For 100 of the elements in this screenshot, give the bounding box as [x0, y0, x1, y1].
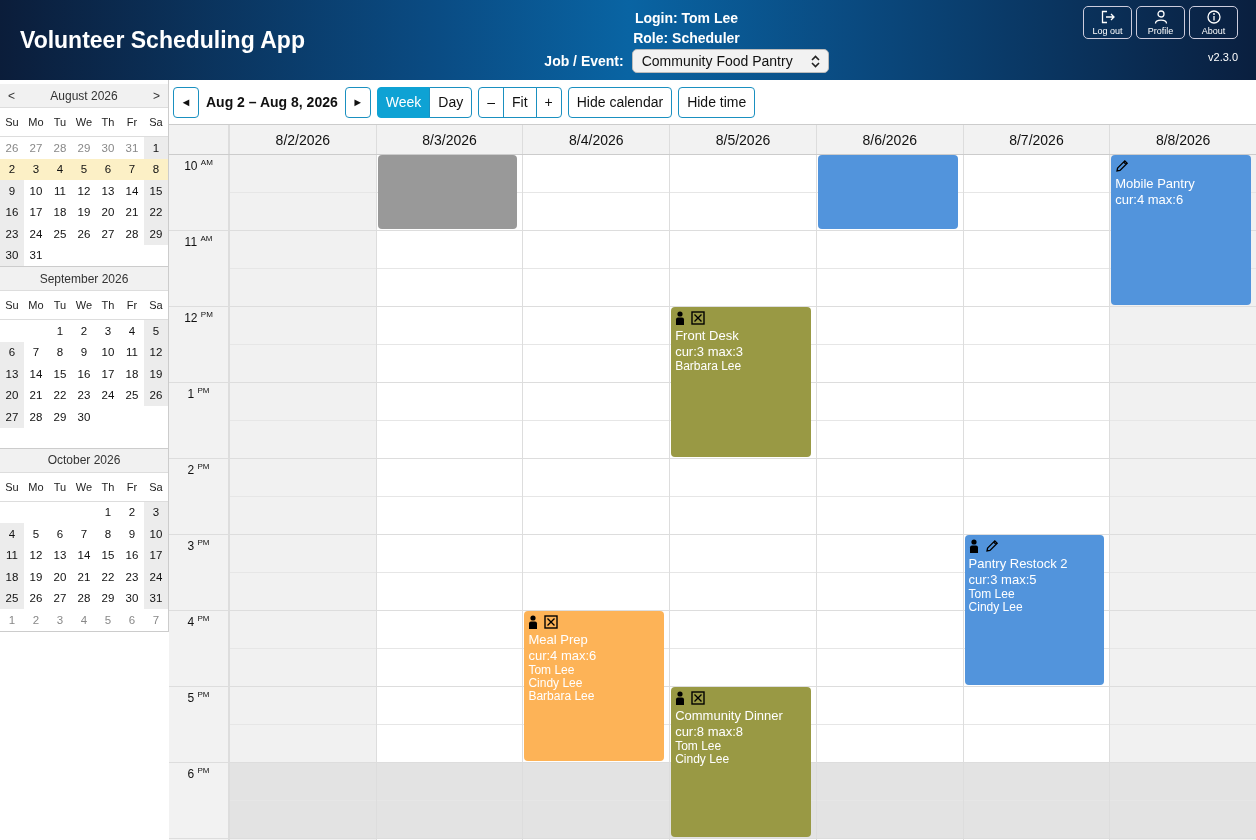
day-cell[interactable]: 30: [72, 406, 96, 428]
next-week-button[interactable]: ►: [344, 86, 371, 118]
pencil-icon[interactable]: [1115, 159, 1130, 173]
day-cell[interactable]: 6: [120, 609, 144, 631]
week-row[interactable]: 27 28 29 30: [0, 406, 168, 428]
day-cell[interactable]: 2: [0, 158, 24, 180]
day-cell[interactable]: 5: [96, 609, 120, 631]
zoom-in-button[interactable]: +: [535, 86, 562, 118]
day-cell[interactable]: 3: [24, 158, 48, 180]
week-row[interactable]: 4 5 6 7 8 9 10: [0, 523, 168, 545]
week-row[interactable]: 18 19 20 21 22 23 24: [0, 566, 168, 588]
day-cell[interactable]: 4: [72, 609, 96, 631]
day-cell[interactable]: 25: [0, 587, 24, 609]
day-cell[interactable]: 10: [24, 180, 48, 202]
day-cell[interactable]: 18: [0, 566, 24, 588]
day-cell[interactable]: 15: [144, 180, 168, 202]
zoom-out-button[interactable]: –: [478, 86, 504, 118]
day-cell[interactable]: 22: [144, 201, 168, 223]
day-cell[interactable]: 3: [96, 320, 120, 342]
day-cell[interactable]: 4: [48, 158, 72, 180]
logout-button[interactable]: Log out: [1083, 6, 1132, 39]
day-cell[interactable]: 28: [24, 406, 48, 428]
day-cell[interactable]: 27: [0, 406, 24, 428]
week-row[interactable]: 1 2 3: [0, 501, 168, 523]
day-cell[interactable]: 11: [120, 341, 144, 363]
day-cell[interactable]: 3: [144, 501, 168, 523]
day-cell[interactable]: 31: [144, 587, 168, 609]
day-cell[interactable]: 24: [144, 566, 168, 588]
day-cell[interactable]: 30: [120, 587, 144, 609]
day-cell[interactable]: 21: [72, 566, 96, 588]
week-row[interactable]: 6 7 8 9 10 11 12: [0, 341, 168, 363]
day-cell[interactable]: 26: [0, 137, 24, 159]
day-cell[interactable]: 5: [24, 523, 48, 545]
day-cell[interactable]: 29: [96, 587, 120, 609]
day-cell[interactable]: 8: [48, 341, 72, 363]
toggle-button[interactable]: Hide calendar: [567, 86, 673, 118]
day-cell[interactable]: 7: [72, 523, 96, 545]
day-cell[interactable]: 16: [120, 544, 144, 566]
day-cell[interactable]: 14: [24, 363, 48, 385]
profile-button[interactable]: Profile: [1136, 6, 1185, 39]
day-cell[interactable]: 1: [96, 501, 120, 523]
day-cell[interactable]: 17: [96, 363, 120, 385]
day-cell[interactable]: 4: [120, 320, 144, 342]
day-cell[interactable]: 29: [72, 137, 96, 159]
day-cell[interactable]: 12: [72, 180, 96, 202]
day-cell[interactable]: 1: [144, 137, 168, 159]
day-cell[interactable]: 1: [0, 609, 24, 631]
week-row[interactable]: 9 10 11 12 13 14 15: [0, 180, 168, 202]
day-cell[interactable]: 11: [48, 180, 72, 202]
week-row[interactable]: 11 12 13 14 15 16 17: [0, 544, 168, 566]
day-cell[interactable]: 6: [96, 158, 120, 180]
day-cell[interactable]: 10: [144, 523, 168, 545]
day-cell[interactable]: 6: [0, 341, 24, 363]
day-cell[interactable]: 26: [24, 587, 48, 609]
week-row[interactable]: 16 17 18 19 20 21 22: [0, 201, 168, 223]
day-cell[interactable]: 9: [120, 523, 144, 545]
week-row[interactable]: 20 21 22 23 24 25 26: [0, 384, 168, 406]
about-button[interactable]: About: [1189, 6, 1238, 39]
day-cell[interactable]: 12: [144, 341, 168, 363]
day-cell[interactable]: 22: [48, 384, 72, 406]
next-month-button[interactable]: >: [149, 88, 164, 103]
day-cell[interactable]: 17: [24, 201, 48, 223]
day-cell[interactable]: 31: [24, 244, 48, 266]
remove-icon[interactable]: [691, 691, 706, 705]
previous-week-button[interactable]: ◄: [173, 86, 199, 118]
week-row[interactable]: 23 24 25 26 27 28 29: [0, 223, 168, 245]
day-cell[interactable]: 16: [0, 201, 24, 223]
day-cell[interactable]: 29: [144, 223, 168, 245]
day-cell[interactable]: 27: [96, 223, 120, 245]
day-cell[interactable]: 27: [24, 137, 48, 159]
day-cell[interactable]: 8: [96, 523, 120, 545]
selected-week-row[interactable]: 2 3 4 5 6 7 8: [0, 158, 168, 180]
day-cell[interactable]: 23: [0, 223, 24, 245]
day-cell[interactable]: 2: [120, 501, 144, 523]
day-cell[interactable]: 15: [96, 544, 120, 566]
day-cell[interactable]: 20: [0, 384, 24, 406]
day-cell[interactable]: 25: [120, 384, 144, 406]
day-cell[interactable]: 14: [72, 544, 96, 566]
day-cell[interactable]: 6: [48, 523, 72, 545]
previous-month-button[interactable]: <: [4, 88, 19, 103]
week-row[interactable]: 25 26 27 28 29 30 31: [0, 587, 168, 609]
day-cell[interactable]: 13: [0, 363, 24, 385]
day-cell[interactable]: 30: [0, 244, 24, 266]
day-cell[interactable]: 21: [24, 384, 48, 406]
day-cell[interactable]: 28: [48, 137, 72, 159]
day-cell[interactable]: 2: [24, 609, 48, 631]
day-cell[interactable]: 26: [72, 223, 96, 245]
day-cell[interactable]: 9: [72, 341, 96, 363]
day-cell[interactable]: 7: [24, 341, 48, 363]
day-cell[interactable]: 28: [120, 223, 144, 245]
day-cell[interactable]: 4: [0, 523, 24, 545]
day-cell[interactable]: 21: [120, 201, 144, 223]
day-cell[interactable]: 7: [120, 158, 144, 180]
day-cell[interactable]: 20: [96, 201, 120, 223]
day-cell[interactable]: 16: [72, 363, 96, 385]
day-cell[interactable]: 30: [96, 137, 120, 159]
pencil-icon[interactable]: [984, 539, 999, 553]
day-cell[interactable]: 13: [96, 180, 120, 202]
day-cell[interactable]: 5: [72, 158, 96, 180]
day-cell[interactable]: 7: [144, 609, 168, 631]
